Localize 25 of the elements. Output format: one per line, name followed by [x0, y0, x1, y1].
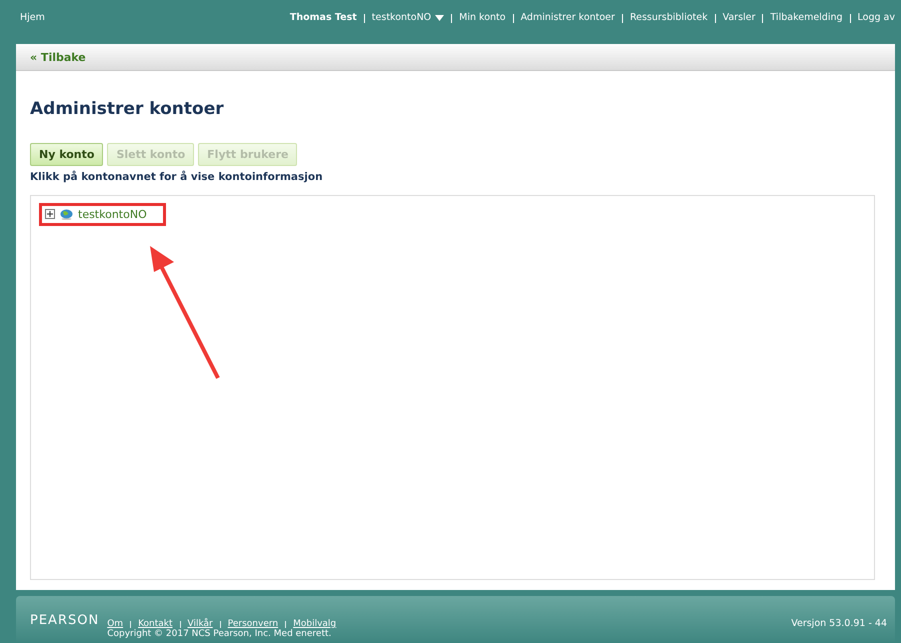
footer-link[interactable]: Personvern	[228, 619, 278, 629]
action-button[interactable]: Ny konto	[30, 143, 104, 166]
account-menu[interactable]: testkontoNO	[372, 12, 444, 23]
nav-link[interactable]: Logg av	[858, 12, 895, 23]
nav-link[interactable]: Varsler	[722, 12, 756, 23]
instruction-text: Klikk på kontonavnet for å vise kontoinformasjon	[30, 171, 324, 183]
nav-link[interactable]: Ressursbibliotek	[630, 12, 708, 23]
nav-link[interactable]: Min konto	[459, 12, 506, 23]
footer-link[interactable]: Om	[107, 619, 124, 629]
footer-link[interactable]: Mobilvalg	[293, 619, 336, 629]
user-name: Thomas Test	[290, 12, 357, 23]
copyright-text: Copyright © 2017 NCS Pearson, Inc. Med enerett.	[107, 629, 332, 639]
nav-link[interactable]: Tilbakemelding	[770, 12, 843, 23]
caret-icon	[435, 14, 444, 20]
nav-link[interactable]: Administrer kontoer	[520, 12, 615, 23]
back-link[interactable]: « Tilbake	[30, 50, 86, 64]
footer-link[interactable]: Kontakt	[138, 619, 173, 629]
page-title: Administrer kontoer	[30, 99, 225, 119]
version-text: Versjon 53.0.91 - 44	[791, 618, 887, 629]
home-link[interactable]: Hjem	[20, 12, 45, 23]
logo: PEARSON	[30, 613, 100, 628]
globe-icon	[60, 208, 73, 220]
account-link[interactable]: testkontoNO	[78, 208, 147, 220]
expand-toggle[interactable]	[45, 209, 55, 219]
footer-link[interactable]: Vilkår	[188, 619, 213, 629]
